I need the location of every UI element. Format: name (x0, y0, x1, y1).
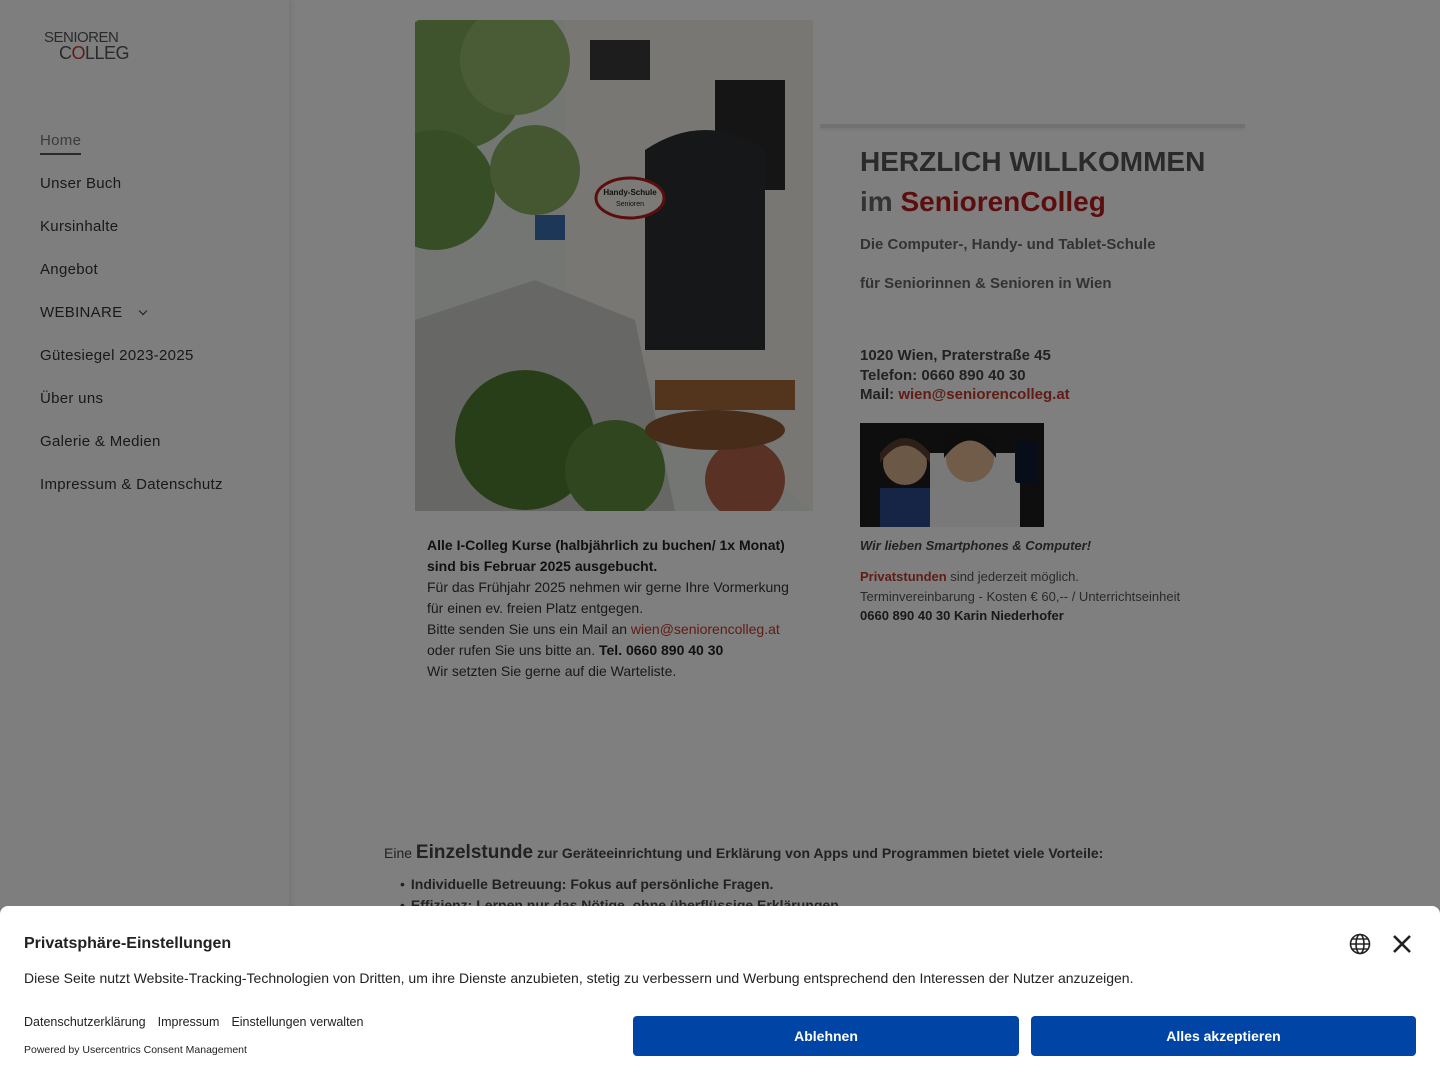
privacy-policy-link[interactable]: Datenschutzerklärung (24, 1015, 146, 1029)
manage-settings-link[interactable]: Einstellungen verwalten (231, 1015, 363, 1029)
decline-button[interactable]: Ablehnen (633, 1016, 1019, 1056)
accept-all-button[interactable]: Alles akzeptieren (1031, 1016, 1416, 1056)
consent-description: Diese Seite nutzt Website-Tracking-Techn… (24, 970, 1134, 986)
powered-by-text: Powered by Usercentrics Consent Manageme… (24, 1044, 247, 1056)
consent-title: Privatsphäre-Einstellungen (24, 935, 232, 952)
imprint-link[interactable]: Impressum (158, 1015, 220, 1029)
consent-links: Datenschutzerklärung Impressum Einstellu… (24, 1015, 363, 1029)
cookie-consent-banner: Privatsphäre-Einstellungen Diese Seite n… (0, 906, 1440, 1080)
language-globe-icon[interactable] (1348, 932, 1372, 956)
close-icon[interactable] (1389, 931, 1415, 957)
